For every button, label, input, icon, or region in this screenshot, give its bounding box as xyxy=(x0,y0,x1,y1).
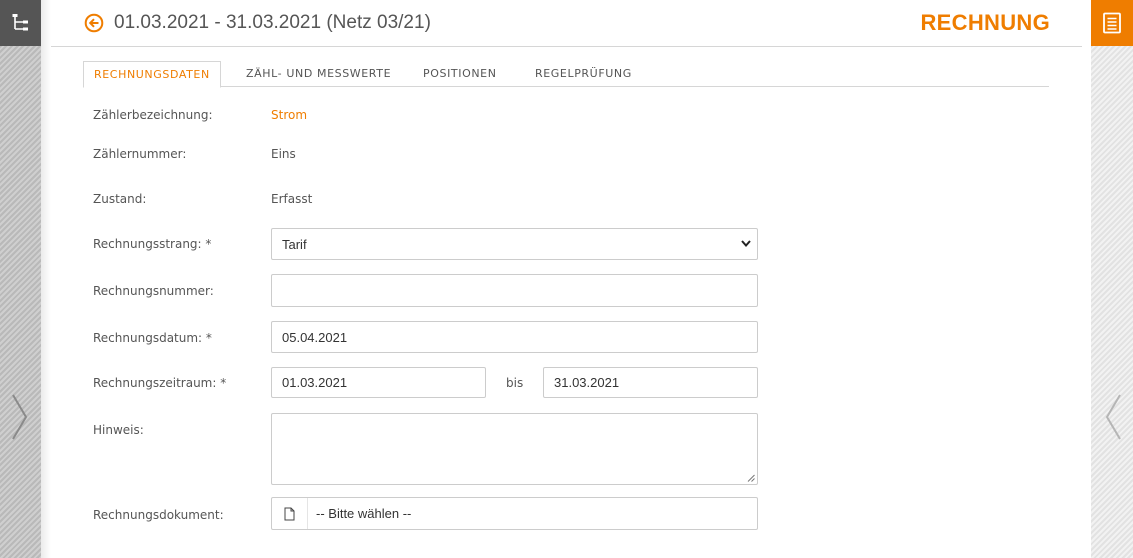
rechnungsstrang-label: Rechnungsstrang: * xyxy=(93,237,212,251)
left-panel-strip xyxy=(0,0,41,558)
rechnungsstrang-selected-value: Tarif xyxy=(282,236,307,252)
rechnungszeitraum-from-input[interactable]: 01.03.2021 xyxy=(271,367,486,398)
rechnungszeitraum-from-value: 01.03.2021 xyxy=(282,375,348,390)
zaehlernummer-label: Zählernummer: xyxy=(93,147,187,161)
right-panel-strip xyxy=(1091,0,1133,558)
rechnungsnummer-input[interactable] xyxy=(271,274,758,307)
chevron-right-icon[interactable] xyxy=(8,392,32,442)
hinweis-label: Hinweis: xyxy=(93,423,144,437)
tab-regelpruefung[interactable]: REGELPRÜFUNG xyxy=(535,61,632,87)
document-list-icon xyxy=(1103,12,1121,34)
file-picker-button[interactable] xyxy=(272,498,308,529)
tab-zaehl-und-messwerte[interactable]: ZÄHL- UND MESSWERTE xyxy=(246,61,391,87)
rechnungsdatum-input[interactable]: 05.04.2021 xyxy=(271,321,758,353)
zaehlerbezeichnung-label: Zählerbezeichnung: xyxy=(93,108,213,122)
document-type-heading: RECHNUNG xyxy=(920,10,1050,35)
zustand-label: Zustand: xyxy=(93,192,147,206)
tab-rechnungsdaten[interactable]: RECHNUNGSDATEN xyxy=(83,61,221,88)
zaehlerbezeichnung-value[interactable]: Strom xyxy=(271,108,307,122)
back-arrow-circle-icon[interactable] xyxy=(84,13,104,33)
file-icon xyxy=(284,507,295,520)
chevron-left-icon[interactable] xyxy=(1101,392,1125,442)
tab-bar: RECHNUNGSDATEN ZÄHL- UND MESSWERTE POSIT… xyxy=(83,61,1049,88)
rechnungsdokument-label: Rechnungsdokument: xyxy=(93,508,224,522)
tab-positionen[interactable]: POSITIONEN xyxy=(423,61,497,87)
zaehlernummer-value: Eins xyxy=(271,147,296,161)
rechnungsdatum-input-value: 05.04.2021 xyxy=(282,329,348,345)
document-list-button[interactable] xyxy=(1091,0,1133,46)
hinweis-textarea[interactable] xyxy=(271,413,758,485)
tree-structure-button[interactable] xyxy=(0,0,41,46)
rechnungsdokument-select[interactable]: -- Bitte wählen -- xyxy=(271,497,758,530)
rechnungsdatum-label: Rechnungsdatum: * xyxy=(93,331,212,345)
rechnungsdokument-value: -- Bitte wählen -- xyxy=(316,506,412,521)
page-title: 01.03.2021 - 31.03.2021 (Netz 03/21) xyxy=(114,12,431,33)
resize-grip-icon[interactable] xyxy=(747,474,755,482)
range-separator: bis xyxy=(506,376,524,390)
zustand-value: Erfasst xyxy=(271,192,313,206)
panel-shadow xyxy=(41,0,51,558)
rechnungszeitraum-to-value: 31.03.2021 xyxy=(554,375,620,390)
page-header: 01.03.2021 - 31.03.2021 (Netz 03/21) REC… xyxy=(51,0,1082,47)
rechnungszeitraum-to-input[interactable]: 31.03.2021 xyxy=(543,367,758,398)
rechnungsnummer-label: Rechnungsnummer: xyxy=(93,284,214,298)
tree-structure-icon xyxy=(12,14,28,31)
rechnungszeitraum-label: Rechnungszeitraum: * xyxy=(93,376,227,390)
chevron-down-icon xyxy=(741,240,751,247)
rechnungsstrang-select[interactable]: Tarif xyxy=(271,228,758,260)
